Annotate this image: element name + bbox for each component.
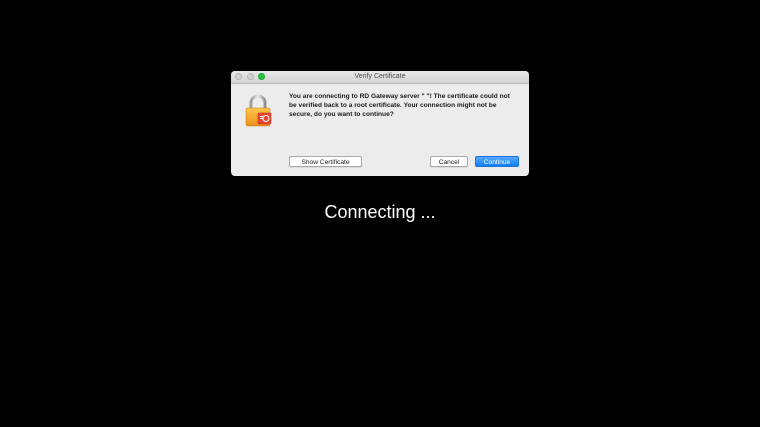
dialog-titlebar[interactable]: Verify Certificate	[231, 71, 529, 84]
lock-certificate-icon	[244, 94, 274, 128]
dialog-title: Verify Certificate	[354, 73, 406, 80]
verify-certificate-dialog: Verify Certificate You are connecting to…	[231, 71, 529, 176]
show-certificate-button[interactable]: Show Certificate	[289, 156, 362, 167]
continue-button[interactable]: Continue	[475, 156, 519, 167]
connecting-status: Connecting ...	[324, 202, 436, 222]
remote-desktop-screen: Verify Certificate You are connecting to…	[0, 0, 760, 427]
lock-icon	[245, 94, 272, 127]
certificate-warning-message: You are connecting to RD Gateway server …	[289, 93, 510, 118]
cancel-button[interactable]: Cancel	[430, 156, 468, 167]
